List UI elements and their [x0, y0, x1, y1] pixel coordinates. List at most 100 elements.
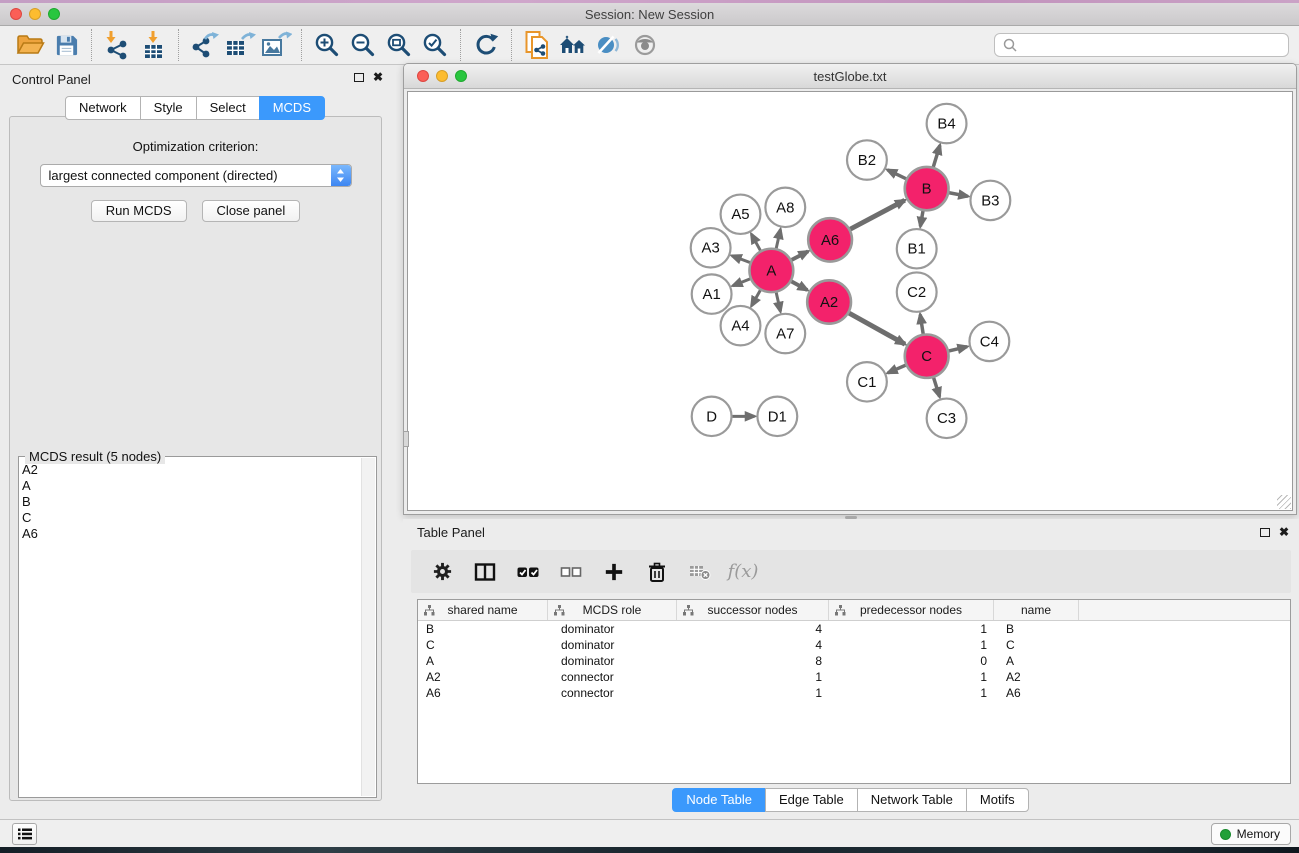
result-item[interactable]: B — [22, 494, 359, 510]
close-network-window-button[interactable] — [417, 70, 429, 82]
hide-panels-icon[interactable] — [591, 29, 627, 61]
app-titlebar[interactable]: Session: New Session — [0, 3, 1299, 26]
save-session-icon[interactable] — [48, 29, 84, 61]
tab-motifs[interactable]: Motifs — [966, 788, 1029, 812]
tab-select[interactable]: Select — [196, 96, 260, 120]
table-row[interactable]: Cdominator41C — [418, 637, 1290, 653]
column-header-predecessor-nodes[interactable]: predecessor nodes — [829, 600, 994, 620]
table-row[interactable]: Adominator80A — [418, 653, 1290, 669]
network-window-titlebar[interactable]: testGlobe.txt — [404, 64, 1296, 89]
zoom-fit-icon[interactable] — [381, 29, 417, 61]
show-eye-icon[interactable] — [627, 29, 663, 61]
graph-edge-A-A3[interactable] — [732, 256, 750, 263]
float-panel-icon[interactable] — [354, 73, 364, 82]
graph-edge-B-B1[interactable] — [920, 211, 923, 226]
task-history-button[interactable] — [12, 823, 37, 845]
network-canvas[interactable]: AA2A6BCA1A3A4A5A7A8B1B2B3B4C1C2C3C4DD1 — [407, 91, 1293, 511]
import-table-icon[interactable] — [135, 29, 171, 61]
graph-node-label: C — [921, 349, 932, 365]
divider-collapse-handle[interactable] — [403, 431, 409, 447]
column-header-shared-name[interactable]: shared name — [418, 600, 548, 620]
optimization-criterion-dropdown[interactable]: largest connected component (directed) — [40, 164, 352, 187]
tab-network-table[interactable]: Network Table — [857, 788, 967, 812]
graph-edge-A-A5[interactable] — [751, 234, 760, 250]
column-header-successor-nodes[interactable]: successor nodes — [677, 600, 829, 620]
delete-column-icon[interactable] — [644, 559, 670, 585]
graph-edge-A-A7[interactable] — [776, 293, 780, 312]
resize-grip-icon[interactable] — [1277, 495, 1291, 509]
toolbar-separator — [460, 29, 461, 61]
tab-network[interactable]: Network — [65, 96, 141, 120]
search-input[interactable] — [1023, 38, 1280, 52]
graph-node-label: C3 — [937, 411, 956, 427]
close-table-panel-icon[interactable]: ✖ — [1279, 527, 1289, 537]
close-panel-button[interactable]: Close panel — [202, 200, 301, 222]
graph-node-label: A — [766, 263, 776, 279]
graph-node-label: B4 — [937, 117, 955, 133]
dropdown-stepper-icon[interactable] — [331, 165, 351, 186]
export-network-icon[interactable] — [186, 29, 222, 61]
run-mcds-button[interactable]: Run MCDS — [91, 200, 187, 222]
control-panel: Control Panel ✖ Network Style Select MCD… — [0, 66, 391, 813]
column-header-name[interactable]: name — [994, 600, 1079, 620]
graph-edge-A6-B[interactable] — [850, 200, 904, 229]
import-network-icon[interactable] — [99, 29, 135, 61]
graph-edge-A-A2[interactable] — [791, 281, 807, 290]
minimize-window-button[interactable] — [29, 8, 41, 20]
zoom-selected-icon[interactable] — [417, 29, 453, 61]
deselect-all-checkboxes-icon[interactable] — [558, 559, 584, 585]
column-header-label: MCDS role — [583, 603, 642, 617]
graph-edge-B-B4[interactable] — [933, 145, 940, 167]
home-icon[interactable] — [555, 29, 591, 61]
result-item[interactable]: A2 — [22, 462, 359, 478]
search-field[interactable] — [994, 33, 1289, 57]
refresh-icon[interactable] — [468, 29, 504, 61]
float-table-panel-icon[interactable] — [1260, 528, 1270, 537]
network-window-controls[interactable] — [417, 70, 467, 82]
window-controls[interactable] — [10, 8, 60, 20]
graph-edge-A-A8[interactable] — [776, 230, 780, 249]
result-scrollbar[interactable] — [361, 458, 375, 796]
zoom-window-button[interactable] — [48, 8, 60, 20]
table-row[interactable]: A6connector11A6 — [418, 685, 1290, 701]
settings-gear-icon[interactable] — [429, 559, 455, 585]
graph-edge-A-A6[interactable] — [792, 251, 808, 260]
result-item[interactable]: C — [22, 510, 359, 526]
mcds-result-list[interactable]: A2ABCA6 — [22, 462, 359, 795]
close-panel-icon[interactable]: ✖ — [373, 72, 383, 82]
zoom-in-icon[interactable] — [309, 29, 345, 61]
graph-node-label: A4 — [731, 319, 749, 335]
graph-edge-C-C2[interactable] — [920, 315, 923, 334]
result-item[interactable]: A — [22, 478, 359, 494]
column-header-MCDS-role[interactable]: MCDS role — [548, 600, 677, 620]
graph-edge-C-C3[interactable] — [934, 378, 940, 397]
tab-edge-table[interactable]: Edge Table — [765, 788, 858, 812]
table-row[interactable]: A2connector11A2 — [418, 669, 1290, 685]
network-graph[interactable]: AA2A6BCA1A3A4A5A7A8B1B2B3B4C1C2C3C4DD1 — [408, 92, 1292, 510]
table-row[interactable]: Bdominator41B — [418, 621, 1290, 637]
tab-style[interactable]: Style — [140, 96, 197, 120]
graph-edge-A2-C[interactable] — [849, 313, 905, 344]
minimize-network-window-button[interactable] — [436, 70, 448, 82]
column-layout-icon[interactable] — [472, 559, 498, 585]
zoom-network-window-button[interactable] — [455, 70, 467, 82]
memory-button[interactable]: Memory — [1211, 823, 1291, 845]
graph-edge-B-B3[interactable] — [949, 193, 968, 197]
tab-node-table[interactable]: Node Table — [672, 788, 766, 812]
export-table-icon[interactable] — [222, 29, 258, 61]
tab-mcds[interactable]: MCDS — [259, 96, 325, 120]
result-item[interactable]: A6 — [22, 526, 359, 542]
graph-edge-A-A4[interactable] — [752, 290, 761, 306]
select-all-checkboxes-icon[interactable] — [515, 559, 541, 585]
graph-edge-C-C4[interactable] — [949, 347, 967, 351]
add-column-icon[interactable] — [601, 559, 627, 585]
network-document-icon[interactable] — [519, 29, 555, 61]
zoom-out-icon[interactable] — [345, 29, 381, 61]
graph-edge-A-A1[interactable] — [733, 279, 750, 286]
open-session-icon[interactable] — [12, 29, 48, 61]
graph-node-label: B1 — [908, 242, 926, 258]
export-image-icon[interactable] — [258, 29, 294, 61]
close-window-button[interactable] — [10, 8, 22, 20]
graph-edge-C-C1[interactable] — [888, 365, 906, 373]
graph-edge-B-B2[interactable] — [888, 170, 907, 179]
